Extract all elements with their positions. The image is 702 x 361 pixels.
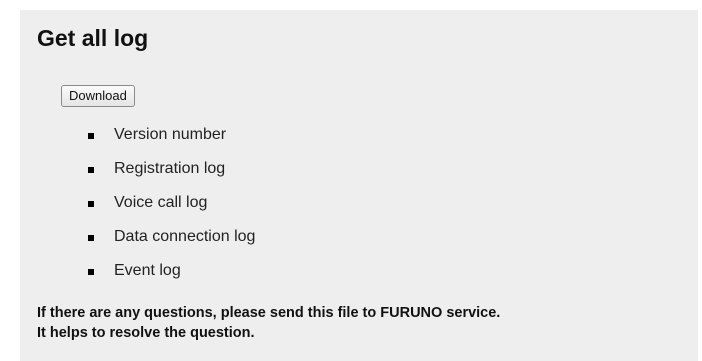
- notice-line-2: It helps to resolve the question.: [37, 325, 255, 341]
- list-item-label: Voice call log: [114, 194, 208, 211]
- list-item-label: Version number: [114, 126, 227, 143]
- support-notice: If there are any questions, please send …: [37, 303, 687, 343]
- square-bullet-icon: [88, 269, 94, 275]
- square-bullet-icon: [88, 133, 94, 139]
- square-bullet-icon: [88, 235, 94, 241]
- notice-line-1: If there are any questions, please send …: [37, 305, 501, 321]
- list-item-label: Data connection log: [114, 228, 256, 245]
- square-bullet-icon: [88, 201, 94, 207]
- square-bullet-icon: [88, 167, 94, 173]
- get-all-log-panel: Get all log Download Version number Regi…: [20, 10, 698, 361]
- list-item-label: Event log: [114, 262, 181, 279]
- section-title: Get all log: [37, 25, 149, 51]
- download-button[interactable]: Download: [61, 85, 135, 107]
- list-item-label: Registration log: [114, 160, 226, 177]
